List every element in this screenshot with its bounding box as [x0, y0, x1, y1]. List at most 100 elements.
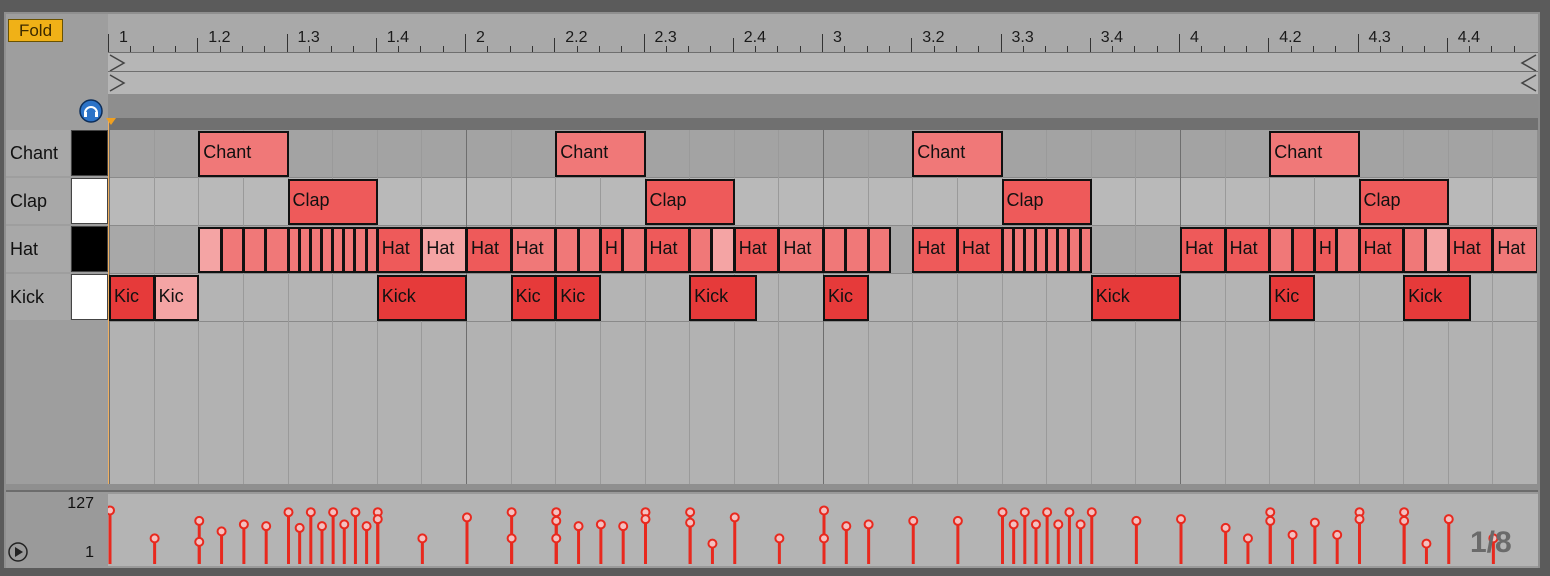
- note-kick[interactable]: Kic: [109, 275, 155, 321]
- note-hat[interactable]: H: [599, 227, 624, 273]
- note-clap[interactable]: Clap: [1001, 179, 1092, 225]
- note-hat[interactable]: Hat: [778, 227, 824, 273]
- note-hat[interactable]: Hat: [912, 227, 958, 273]
- lane-name-hat[interactable]: Hat: [6, 226, 70, 272]
- note-kick[interactable]: Kic: [555, 275, 601, 321]
- note-kick[interactable]: Kick: [376, 275, 467, 321]
- velocity-handle[interactable]: [551, 507, 562, 518]
- piano-key-hat[interactable]: [71, 226, 108, 272]
- velocity-handle[interactable]: [1053, 519, 1064, 530]
- note-clap[interactable]: Clap: [1358, 179, 1449, 225]
- velocity-handle[interactable]: [372, 514, 383, 525]
- note-hat[interactable]: [577, 227, 601, 273]
- velocity-handle[interactable]: [595, 519, 606, 530]
- velocity-graph[interactable]: [108, 494, 1538, 566]
- velocity-handle[interactable]: [573, 521, 584, 532]
- velocity-handle[interactable]: [506, 507, 517, 518]
- loop-end-marker-top[interactable]: [1520, 54, 1537, 72]
- note-hat[interactable]: [265, 227, 289, 273]
- note-hat[interactable]: [867, 227, 891, 273]
- velocity-handle[interactable]: [1030, 519, 1041, 530]
- velocity-handle[interactable]: [1265, 507, 1276, 518]
- velocity-handle[interactable]: [417, 533, 428, 544]
- velocity-handle[interactable]: [819, 505, 829, 516]
- velocity-handle[interactable]: [283, 507, 294, 518]
- loop-start-marker-bottom[interactable]: [109, 74, 126, 92]
- note-kick[interactable]: Kic: [1269, 275, 1315, 321]
- headphone-icon[interactable]: [79, 99, 103, 123]
- velocity-handle[interactable]: [863, 519, 874, 530]
- note-hat[interactable]: Hat: [1180, 227, 1226, 273]
- lane-name-chant[interactable]: Chant: [6, 130, 70, 176]
- velocity-handle[interactable]: [462, 512, 472, 523]
- note-hat[interactable]: [1403, 227, 1427, 273]
- note-chant[interactable]: Chant: [555, 131, 646, 177]
- note-kick[interactable]: Kic: [510, 275, 557, 321]
- velocity-handle[interactable]: [618, 521, 629, 532]
- note-hat[interactable]: [242, 227, 267, 273]
- lane-name-kick[interactable]: Kick: [6, 274, 70, 320]
- note-clap[interactable]: Clap: [644, 179, 735, 225]
- note-hat[interactable]: [555, 227, 579, 273]
- note-hat[interactable]: [198, 227, 222, 273]
- velocity-handle[interactable]: [729, 512, 740, 523]
- note-hat[interactable]: [622, 227, 646, 273]
- velocity-handle[interactable]: [361, 521, 372, 532]
- note-hat[interactable]: [689, 227, 713, 273]
- note-kick[interactable]: Kic: [823, 275, 869, 321]
- loop-brace-strip[interactable]: [108, 52, 1538, 94]
- velocity-handle[interactable]: [1421, 538, 1432, 549]
- velocity-handle[interactable]: [1042, 507, 1053, 518]
- note-grid[interactable]: Chant Chant Chant Chant Clap Clap Clap Clap Hat H…: [109, 130, 1537, 484]
- note-kick[interactable]: Kick: [689, 275, 758, 321]
- piano-key-clap[interactable]: [71, 178, 108, 224]
- note-hat[interactable]: H: [1313, 227, 1338, 273]
- velocity-handle[interactable]: [952, 515, 963, 526]
- velocity-handle[interactable]: [1332, 529, 1343, 540]
- note-hat[interactable]: Hat: [1358, 227, 1405, 273]
- loop-start-marker-top[interactable]: [109, 54, 126, 72]
- velocity-handle[interactable]: [1131, 515, 1142, 526]
- note-hat[interactable]: [1079, 227, 1092, 273]
- velocity-handle[interactable]: [551, 515, 562, 526]
- velocity-handle[interactable]: [707, 538, 718, 549]
- note-kick[interactable]: Kic: [153, 275, 200, 321]
- lane-name-clap[interactable]: Clap: [6, 178, 70, 224]
- velocity-handle[interactable]: [1265, 515, 1276, 526]
- velocity-handle[interactable]: [841, 521, 852, 532]
- velocity-handle[interactable]: [1399, 507, 1410, 518]
- velocity-handle[interactable]: [774, 533, 785, 544]
- note-hat[interactable]: Hat: [376, 227, 423, 273]
- playhead-marker[interactable]: [106, 118, 116, 125]
- note-hat[interactable]: [1336, 227, 1360, 273]
- note-hat[interactable]: [1291, 227, 1315, 273]
- velocity-handle[interactable]: [1443, 514, 1454, 525]
- velocity-handle[interactable]: [1220, 522, 1231, 533]
- fold-button[interactable]: Fold: [8, 19, 63, 42]
- velocity-handle[interactable]: [1008, 519, 1019, 530]
- velocity-handle[interactable]: [261, 521, 272, 532]
- note-kick[interactable]: Kick: [1090, 275, 1181, 321]
- note-hat[interactable]: Hat: [956, 227, 1003, 273]
- piano-key-chant[interactable]: [71, 130, 108, 176]
- note-hat[interactable]: [220, 227, 244, 273]
- velocity-handle[interactable]: [1176, 514, 1186, 525]
- note-hat[interactable]: [711, 227, 735, 273]
- velocity-handle[interactable]: [316, 521, 327, 532]
- note-hat[interactable]: Hat: [1447, 227, 1494, 273]
- note-hat[interactable]: [845, 227, 869, 273]
- velocity-handle[interactable]: [194, 536, 205, 547]
- velocity-handle[interactable]: [997, 507, 1008, 518]
- note-hat[interactable]: Hat: [510, 227, 557, 273]
- note-hat[interactable]: [823, 227, 847, 273]
- note-clap[interactable]: Clap: [287, 179, 378, 225]
- velocity-handle[interactable]: [108, 505, 115, 516]
- note-hat[interactable]: [1425, 227, 1449, 273]
- velocity-handle[interactable]: [305, 507, 316, 518]
- velocity-handle[interactable]: [1242, 533, 1253, 544]
- note-hat[interactable]: Hat: [1492, 227, 1537, 273]
- velocity-handle[interactable]: [149, 533, 160, 544]
- velocity-handle[interactable]: [1354, 514, 1365, 525]
- note-hat[interactable]: Hat: [466, 227, 512, 273]
- note-hat[interactable]: Hat: [1224, 227, 1271, 273]
